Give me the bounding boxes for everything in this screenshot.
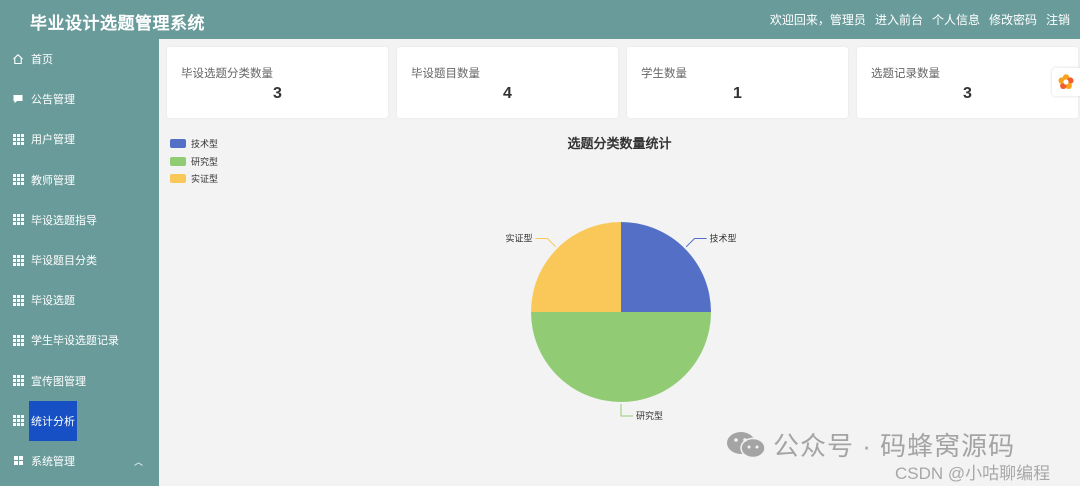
sidebar-item-teachers[interactable]: 教师管理 (0, 160, 159, 200)
home-icon (12, 53, 24, 65)
pie-label-0: 技术型 (710, 232, 737, 243)
stat-card-value: 3 (963, 85, 972, 102)
stat-cards: 毕设选题分类数量 3 毕设题目数量 4 学生数量 1 选题记录数量 3 (167, 47, 1078, 118)
legend-swatch (170, 156, 186, 166)
legend-label: 技术型 (191, 139, 219, 150)
sidebar-item-topic-categories[interactable]: 毕设题目分类 (0, 240, 159, 280)
watermark-csdn: CSDN @小咕聊编程 (895, 464, 1051, 483)
pie-label-2: 实证型 (505, 232, 532, 243)
sidebar-item-statistics[interactable]: 统计分析 (0, 400, 159, 441)
grid-icon (12, 214, 24, 226)
pie-slice-0[interactable] (621, 222, 711, 312)
sidebar-item-label: 毕设题目分类 (31, 255, 97, 268)
sidebar-item-users[interactable]: 用户管理 (0, 119, 159, 159)
sidebar-item-banners[interactable]: 宣传图管理 (0, 361, 159, 401)
sidebar-item-home[interactable]: 首页 (0, 39, 159, 79)
stat-card-value: 3 (273, 85, 282, 102)
sidebar-item-label: 公告管理 (31, 94, 75, 107)
profile-link[interactable]: 个人信息 (932, 11, 980, 28)
sidebar-item-label: 用户管理 (31, 134, 75, 147)
stat-card-topic-count: 毕设题目数量 4 (397, 47, 618, 118)
grid-icon (12, 254, 24, 266)
pie-label-1: 研究型 (636, 410, 663, 421)
grid-icon (12, 375, 24, 387)
sidebar-item-announcements[interactable]: 公告管理 (0, 79, 159, 119)
top-bar: 毕业设计选题管理系统 欢迎回来，管理员 进入前台 个人信息 修改密码 注销 (0, 0, 1080, 39)
legend-item-0[interactable]: 技术型 (170, 135, 218, 153)
sidebar-item-selection-records[interactable]: 学生毕设选题记录 (0, 320, 159, 360)
change-password-link[interactable]: 修改密码 (989, 11, 1037, 28)
chevron-up-icon: ︿ (133, 456, 143, 467)
sidebar-item-label: 宣传图管理 (31, 375, 86, 388)
grid-icon (12, 415, 24, 427)
watermark-wechat: 公众号 · 码蜂窝源码 (725, 426, 1015, 463)
wechat-icon (727, 431, 766, 458)
pie-label-line-2 (535, 237, 557, 248)
sidebar-item-system[interactable]: 系统管理 ︿ (0, 441, 159, 481)
message-icon (12, 93, 24, 105)
grid-icon (12, 294, 24, 306)
stat-card-label: 学生数量 (641, 68, 687, 80)
enter-frontend-link[interactable]: 进入前台 (875, 11, 923, 28)
legend-label: 实证型 (191, 174, 219, 185)
pie-label-line-1 (620, 404, 633, 417)
sidebar-item-label: 首页 (31, 54, 53, 67)
stat-card-student-count: 学生数量 1 (627, 47, 848, 118)
flower-icon (1058, 74, 1074, 89)
stat-card-label: 毕设选题分类数量 (181, 68, 273, 80)
stat-card-label: 毕设题目数量 (411, 68, 480, 80)
stat-card-category-count: 毕设选题分类数量 3 (167, 47, 388, 118)
app-title: 毕业设计选题管理系统 (30, 14, 205, 33)
stat-card-value: 1 (733, 85, 742, 102)
sidebar-item-label: 毕设选题指导 (31, 214, 97, 227)
legend-swatch (170, 139, 186, 149)
main-content: 毕设选题分类数量 3 毕设题目数量 4 学生数量 1 选题记录数量 3 技术型研… (159, 39, 1080, 486)
apps-icon (12, 455, 24, 467)
sidebar-item-topics[interactable]: 毕设选题 (0, 280, 159, 320)
welcome-text: 欢迎回来，管理员 (769, 13, 866, 27)
assistant-float-button[interactable] (1052, 68, 1080, 96)
chart-title: 选题分类数量统计 (567, 136, 672, 151)
stat-card-record-count: 选题记录数量 3 (857, 47, 1078, 118)
legend-label: 研究型 (191, 156, 219, 167)
sidebar-item-label: 统计分析 (29, 400, 77, 441)
grid-icon (12, 174, 24, 186)
logout-link[interactable]: 注销 (1046, 11, 1070, 28)
sidebar-item-label: 教师管理 (31, 174, 75, 187)
sidebar: 首页 公告管理 用户管理 教师管理 毕设选题指导 毕设题目分类 毕设选题 学生毕… (0, 39, 159, 486)
stat-card-value: 4 (503, 85, 512, 102)
legend-item-2[interactable]: 实证型 (170, 170, 218, 188)
sidebar-item-label: 学生毕设选题记录 (31, 335, 119, 348)
chart-legend: 技术型 研究型 实证型 (170, 135, 218, 188)
legend-item-1[interactable]: 研究型 (170, 153, 218, 171)
pie-label-line-0 (685, 237, 707, 248)
watermark-text: 公众号 · 码蜂窝源码 (773, 431, 1016, 461)
pie-slice-2[interactable] (531, 222, 621, 312)
top-nav: 欢迎回来，管理员 进入前台 个人信息 修改密码 注销 (770, 11, 1070, 28)
sidebar-item-label: 毕设选题 (31, 295, 75, 308)
grid-icon (12, 133, 24, 145)
sidebar-item-label: 系统管理 (31, 455, 75, 468)
pie-slice-1[interactable] (531, 312, 711, 402)
grid-icon (12, 334, 24, 346)
stat-card-label: 选题记录数量 (871, 68, 940, 80)
sidebar-item-topic-guidance[interactable]: 毕设选题指导 (0, 200, 159, 240)
legend-swatch (170, 174, 186, 184)
